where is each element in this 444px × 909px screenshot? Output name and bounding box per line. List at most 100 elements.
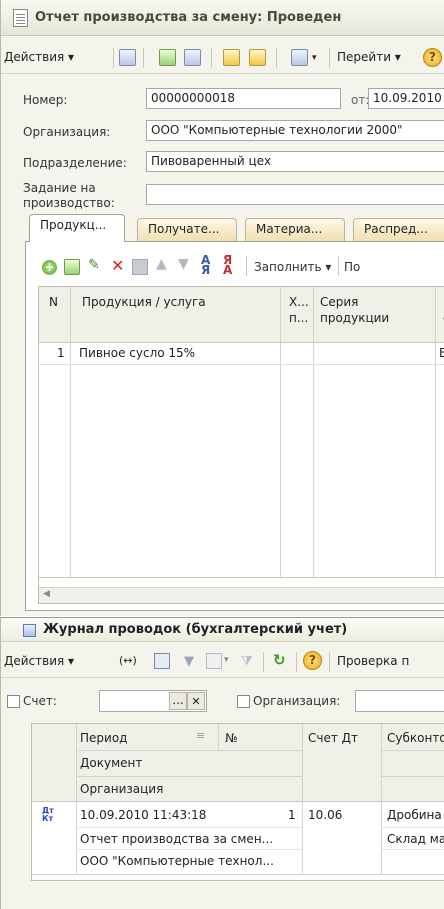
column-divider [218,724,219,750]
document-titlebar[interactable]: Отчет производства за смену: Проведен [1,0,444,36]
chevron-down-icon[interactable]: ▾ [312,53,317,63]
funnel-icon[interactable]: ▼ [184,654,194,669]
date-field[interactable]: 10.09.2010 [368,88,444,109]
sort-desc-icon[interactable]: ЯА [223,254,232,276]
table-row[interactable]: 1 Пивное сусло 15% Е [39,343,444,365]
sort-asc-icon[interactable]: АЯ [201,254,210,276]
add-row-icon[interactable]: + [42,260,57,275]
tab-products[interactable]: Продукц... [29,214,125,242]
journal-icon [23,624,36,637]
task-label-line2: производство: [23,196,115,210]
products-table-header: N Продукция / услуга Х... п... Серия про… [39,287,444,343]
horizontal-scrollbar[interactable]: ◀ [39,587,444,603]
row-divider [381,827,444,828]
row-number: 1 [288,808,296,822]
post-icon[interactable] [223,49,240,66]
task-field[interactable] [146,184,444,205]
column-header-document[interactable]: Документ [80,756,142,770]
row-number: 1 [57,346,65,360]
column-header-characteristic[interactable]: Х... [289,295,309,309]
journal-titlebar[interactable]: Журнал проводок (бухгалтерский учет) [1,618,444,642]
refresh-icon[interactable]: ↻ [273,651,286,669]
end-edit-icon[interactable] [132,259,148,275]
column-divider [70,287,71,577]
organization-field[interactable]: ООО "Компьютерные технологии 2000" [146,120,444,141]
column-header-debit[interactable]: Счет Дт [308,731,358,745]
unpost-icon[interactable] [249,49,266,66]
row-period[interactable]: 10.09.2010 11:43:18 [80,808,206,822]
toolbar-separator [246,256,247,276]
postings-table: Период ≡ № Счет Дт Субконто Документ Орг… [31,723,444,881]
edit-row-icon[interactable]: ✎ [88,257,100,273]
filter-icon[interactable] [154,653,170,669]
move-down-icon[interactable]: ▼ [178,256,189,272]
department-field[interactable]: Пивоваренный цех [146,151,444,172]
clear-account-icon[interactable]: ✕ [187,692,205,710]
copy-row-icon[interactable] [64,259,80,275]
column-header-period[interactable]: Период [80,731,127,745]
chevron-down-icon[interactable]: ▾ [224,655,229,665]
toolbar-separator [329,652,330,672]
tab-materials[interactable]: Материа... [245,218,345,241]
row-debit-account[interactable]: 10.06 [308,808,342,822]
row-subconto-2[interactable]: Склад ма [387,832,444,846]
row-subconto-1[interactable]: Дробина [387,808,442,822]
column-header-number[interactable]: № [225,731,237,745]
column-header-series-line2: продукции [320,311,390,325]
number-field[interactable]: 00000000018 [146,88,341,109]
sort-icon[interactable]: ≡ [196,729,205,742]
column-header-subconto[interactable]: Субконто [387,731,444,745]
document-icon [13,9,28,27]
scroll-left-icon[interactable]: ◀ [43,589,50,599]
toolbar-separator [276,48,277,68]
totals-divider [39,577,444,578]
date-label: от: [351,93,370,107]
column-header-product[interactable]: Продукция / услуга [82,295,206,309]
organization-filter-field[interactable] [355,690,444,712]
document-window: Отчет производства за смену: Проведен Де… [0,0,444,616]
row-divider [76,849,302,850]
column-header-series[interactable]: Серия [320,295,358,309]
help-icon[interactable]: ? [303,651,322,670]
toolbar-separator [263,652,264,672]
column-header-n[interactable]: N [49,295,58,309]
copy-icon[interactable] [184,49,201,66]
delete-row-icon[interactable]: ✕ [111,256,124,275]
row-document[interactable]: Отчет производства за смен... [80,832,273,846]
move-up-icon[interactable]: ▲ [156,256,167,272]
toolbar-separator [296,652,297,672]
header-divider [382,750,444,751]
link-icon[interactable]: (↔) [119,654,137,667]
post-and-close-icon[interactable] [119,49,136,66]
fill-menu[interactable]: Заполнить ▾ [254,260,331,274]
row-organization[interactable]: ООО "Компьютерные технол... [80,854,274,868]
column-divider [435,287,436,577]
journal-actions-menu[interactable]: Действия ▾ [4,654,74,668]
journal-window: Журнал проводок (бухгалтерский учет) Дей… [0,617,444,909]
number-label: Номер: [23,93,68,107]
goto-menu[interactable]: Перейти ▾ [337,50,401,64]
toolbar-separator [329,48,330,68]
selection-menu[interactable]: По [344,260,360,274]
table-row[interactable]: Дт Кт 10.09.2010 11:43:18 1 10.06 Дробин… [32,803,444,873]
check-postings-button[interactable]: Проверка п [337,654,409,668]
clear-filter-icon[interactable]: ⧩ [241,654,253,669]
account-filter-checkbox[interactable] [7,695,20,708]
row-product[interactable]: Пивное сусло 15% [79,346,195,360]
department-label: Подразделение: [23,156,127,170]
refresh-icon[interactable] [159,49,176,66]
select-account-button[interactable]: ... [169,692,187,710]
column-header-organization[interactable]: Организация [80,782,163,796]
tab-distribution[interactable]: Распред... [353,218,444,241]
toolbar-separator [211,48,212,68]
filter-list-icon[interactable] [206,653,222,669]
account-filter-label: Счет: [23,694,57,708]
tab-recipients[interactable]: Получате... [137,218,237,241]
help-icon[interactable]: ? [423,48,442,67]
organization-filter-checkbox[interactable] [237,695,250,708]
actions-menu[interactable]: Действия ▾ [4,50,74,64]
based-on-icon[interactable] [291,49,308,66]
toolbar-separator [113,48,114,68]
row-extra[interactable]: Е [439,346,444,360]
document-title: Отчет производства за смену: Проведен [35,10,342,25]
